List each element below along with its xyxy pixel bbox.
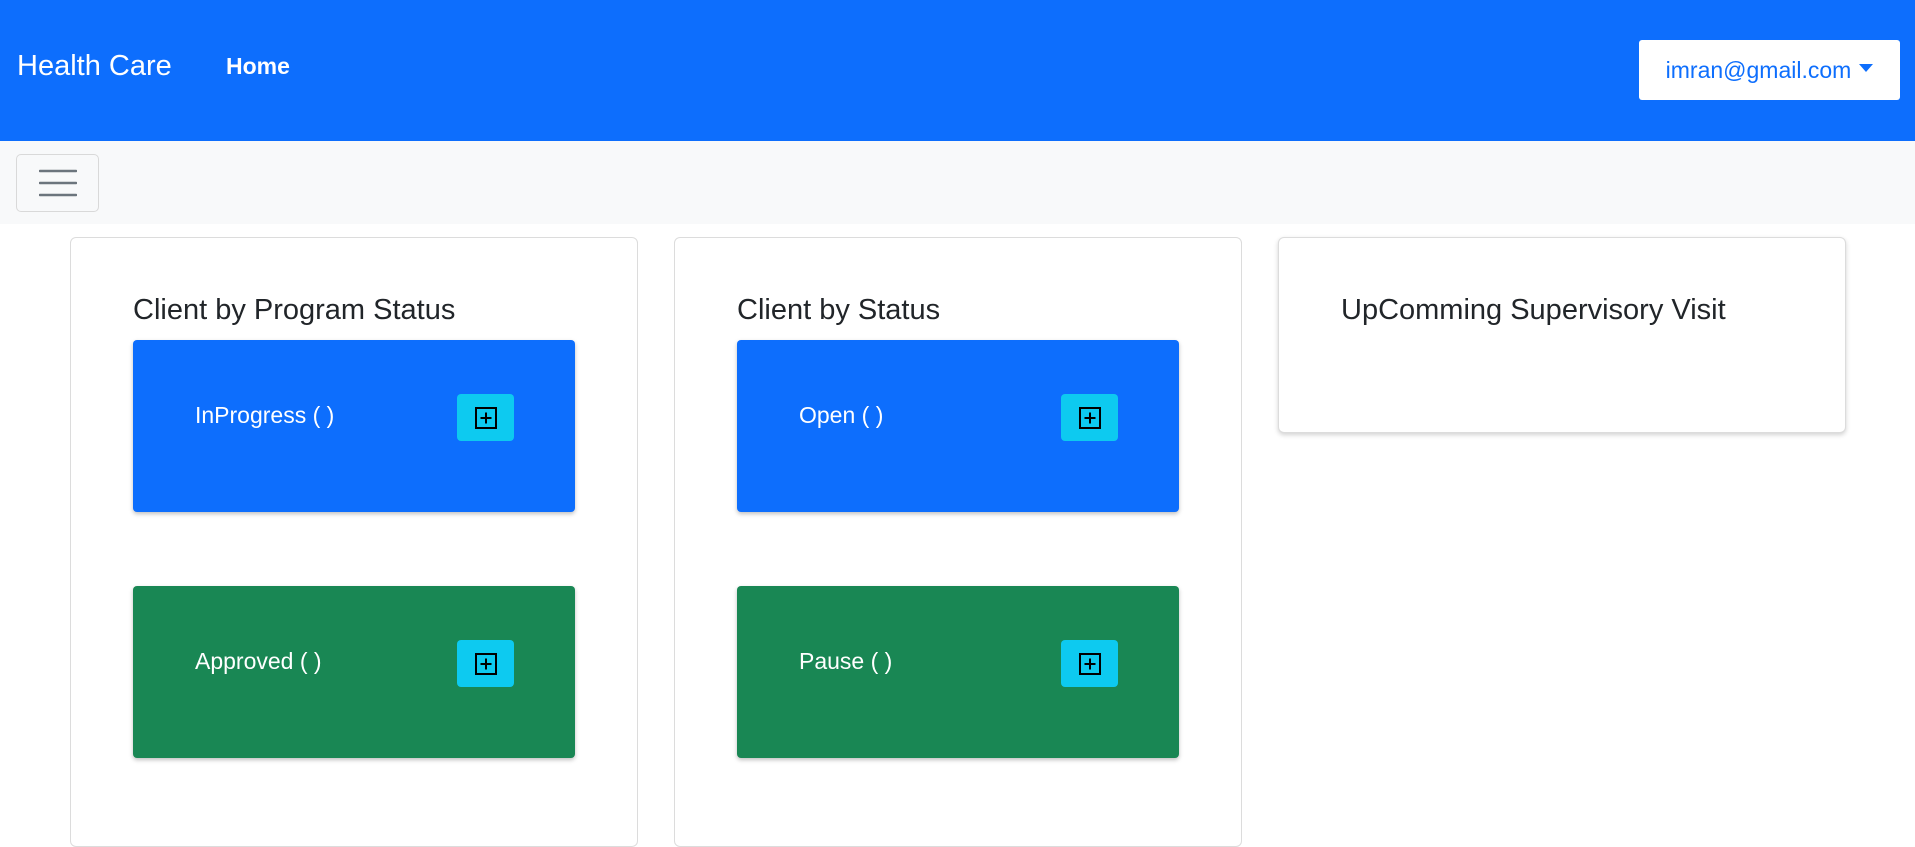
tile-label: Pause ( ) [799,648,893,674]
toolbar [0,141,1915,224]
nav-home-link[interactable]: Home [226,51,290,81]
tile-label: Open ( ) [799,402,884,428]
card-title: Client by Program Status [133,294,456,326]
tile-label: InProgress ( ) [195,402,335,428]
card-client-by-program-status: Client by Program Status InProgress ( ) … [70,237,638,847]
tile-label: Approved ( ) [195,648,322,674]
plus-square-icon [474,652,497,675]
tile-open: Open ( ) [737,340,1179,512]
card-title: Client by Status [737,294,941,326]
user-email-label: imran@gmail.com [1665,56,1852,83]
tile-approved: Approved ( ) [133,586,575,758]
tile-pause: Pause ( ) [737,586,1179,758]
tile-inprogress: InProgress ( ) [133,340,575,512]
plus-square-icon [1078,406,1101,429]
expand-approved-button[interactable] [457,640,514,687]
sidebar-toggle-button[interactable] [16,154,99,212]
top-navbar: Health Care Home imran@gmail.com [0,0,1915,141]
caret-down-icon [1859,64,1874,72]
hamburger-menu-icon [38,169,77,197]
expand-open-button[interactable] [1061,394,1118,441]
card-upcoming-supervisory-visit: UpComming Supervisory Visit [1278,237,1846,433]
plus-square-icon [474,406,497,429]
plus-square-icon [1078,652,1101,675]
expand-inprogress-button[interactable] [457,394,514,441]
card-title: UpComming Supervisory Visit [1341,294,1726,326]
expand-pause-button[interactable] [1061,640,1118,687]
user-dropdown-button[interactable]: imran@gmail.com [1639,40,1900,100]
card-client-by-status: Client by Status Open ( ) Pause ( ) [674,237,1242,847]
brand-link[interactable]: Health Care [17,48,172,84]
